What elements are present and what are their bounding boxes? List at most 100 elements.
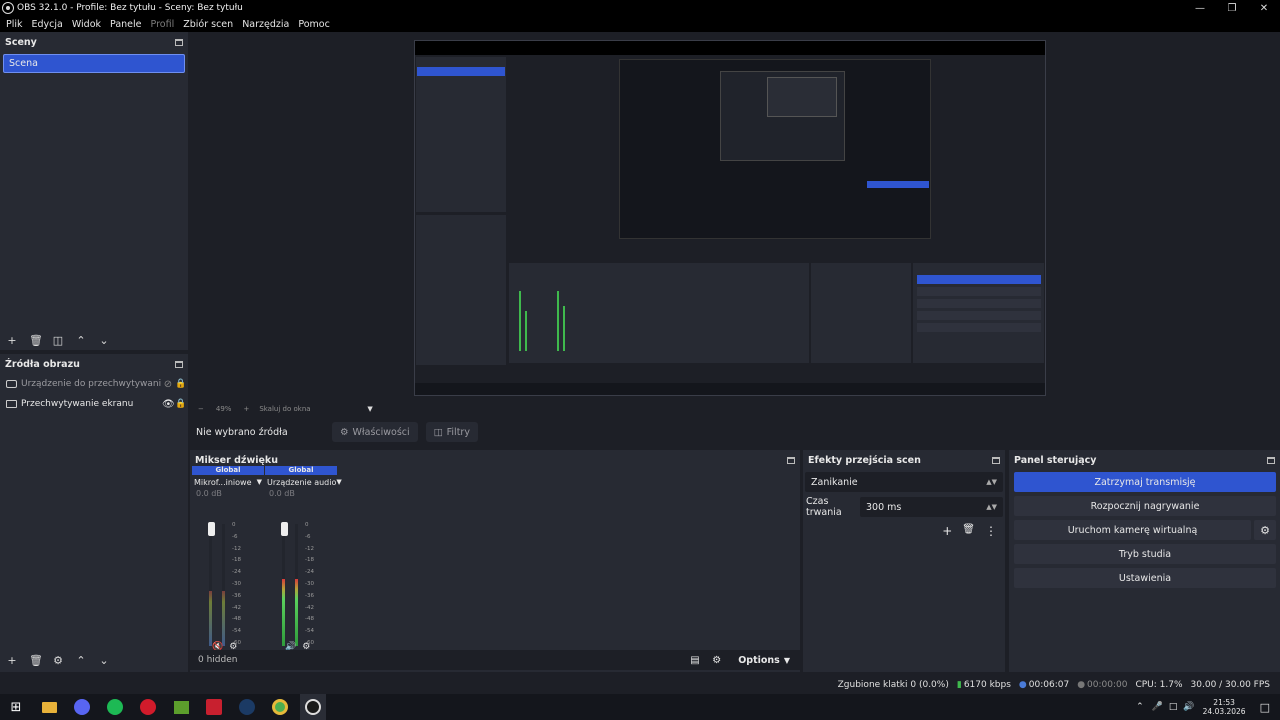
channel-name[interactable]: Urządzenie audio ▼ — [265, 475, 342, 489]
volume-fader[interactable] — [281, 522, 288, 536]
scene-label: Scena — [9, 58, 38, 69]
source-item[interactable]: Urządzenie do przechwytywani... ⊘ 🔒 — [0, 374, 188, 394]
source-name: Urządzenie do przechwytywani... — [21, 379, 162, 389]
channel-name[interactable]: Mikrof...iniowe ▼ — [192, 475, 264, 489]
scene-item[interactable]: Scena — [3, 54, 185, 73]
zoom-out-icon[interactable]: − — [198, 405, 204, 413]
sources-title: Źródła obrazu — [5, 358, 80, 370]
more-icon[interactable]: ⋮ — [985, 524, 997, 538]
screen-capture-preview — [414, 40, 1046, 396]
lock-icon[interactable]: 🔒 — [174, 379, 188, 389]
menu-zbior-scen[interactable]: Zbiór scen — [183, 19, 233, 30]
settings-icon[interactable]: ⚙ — [712, 655, 734, 666]
move-up-icon[interactable]: ⌃ — [75, 334, 87, 347]
close-button[interactable]: ✕ — [1248, 0, 1280, 16]
meter-tick: -24 — [305, 569, 314, 576]
network-icon[interactable]: □ — [1169, 702, 1178, 712]
zoom-in-icon[interactable]: + — [243, 405, 249, 413]
undock-icon[interactable] — [175, 360, 183, 368]
clock-date: 24.03.2026 — [1202, 707, 1246, 716]
trash-icon[interactable]: 🗑 — [962, 524, 975, 538]
source-item[interactable]: Przechwytywanie ekranu 👁 🔒 — [0, 394, 188, 414]
steam-icon[interactable] — [234, 694, 260, 720]
stop-stream-button[interactable]: Zatrzymaj transmisję — [1014, 472, 1276, 492]
obs-taskbar-icon[interactable] — [300, 694, 326, 720]
settings-button[interactable]: Ustawienia — [1014, 568, 1276, 588]
scale-mode[interactable]: Skaluj do okna — [259, 405, 359, 413]
meter-tick: -36 — [305, 592, 314, 599]
fps: 30.00 / 30.00 FPS — [1190, 680, 1270, 690]
notifications-icon[interactable]: □ — [1260, 701, 1270, 714]
bitrate: 6170 kbps — [963, 680, 1011, 690]
nvidia-icon[interactable] — [168, 694, 194, 720]
remove-scene-icon[interactable]: 🗑 — [29, 334, 43, 347]
file-explorer-icon[interactable] — [36, 694, 62, 720]
add-source-icon[interactable]: + — [6, 654, 18, 667]
undock-icon[interactable] — [175, 38, 183, 46]
opera-icon[interactable] — [135, 694, 161, 720]
discord-icon[interactable] — [69, 694, 95, 720]
hidden-eye-icon[interactable]: ⊘ — [162, 379, 174, 390]
chrome-icon[interactable] — [267, 694, 293, 720]
chevron-down-icon[interactable]: ▼ — [784, 656, 790, 665]
move-up-icon[interactable]: ⌃ — [75, 654, 87, 667]
minimize-button[interactable]: — — [1184, 0, 1216, 16]
mixer-options[interactable]: Options — [738, 655, 780, 666]
menu-edycja[interactable]: Edycja — [32, 19, 63, 30]
chevron-down-icon[interactable]: ▼ — [367, 405, 372, 413]
meter-tick: -12 — [305, 545, 314, 552]
spotify-icon[interactable] — [102, 694, 128, 720]
volume-icon[interactable]: 🔊 — [1183, 702, 1194, 712]
meter-tick: -30 — [232, 581, 241, 587]
controls-header: Panel sterujący — [1009, 450, 1280, 470]
menu-pomoc[interactable]: Pomoc — [298, 19, 330, 30]
move-down-icon[interactable]: ⌄ — [98, 334, 110, 347]
chevron-down-icon: ▼ — [256, 478, 262, 486]
add-icon[interactable]: + — [942, 524, 952, 538]
visible-eye-icon[interactable]: 👁 — [162, 399, 175, 410]
transitions-header: Efekty przejścia scen — [803, 450, 1005, 470]
transition-select[interactable]: Zanikanie ▲▼ — [805, 472, 1003, 492]
menu-widok[interactable]: Widok — [72, 19, 101, 30]
channel-db: 0.0 dB — [196, 489, 222, 498]
filter-icon[interactable]: ◫ — [52, 334, 64, 347]
studio-mode-button[interactable]: Tryb studia — [1014, 544, 1276, 564]
maximize-button[interactable]: ❐ — [1216, 0, 1248, 16]
menu-profil[interactable]: Profil — [151, 19, 175, 30]
move-down-icon[interactable]: ⌄ — [98, 654, 110, 667]
tray-chevron-icon[interactable]: ⌃ — [1136, 702, 1144, 712]
windows-start-icon[interactable]: ⊞ — [3, 694, 29, 720]
channel-db: 0.0 dB — [269, 489, 295, 498]
monitor-icon — [6, 400, 17, 408]
lock-icon[interactable]: 🔒 — [174, 399, 188, 409]
virtual-camera-button[interactable]: Uruchom kamerę wirtualną — [1014, 520, 1251, 540]
layout-icon[interactable]: ▤ — [690, 655, 712, 666]
mixer-channel-mic: Global Mikrof...iniowe ▼ 0.0 dB 0 -6 -12 -1… — [192, 466, 264, 652]
title-bar: OBS 32.1.0 - Profile: Bez tytułu - Sceny… — [0, 0, 1280, 16]
undock-icon[interactable] — [992, 456, 1000, 464]
volume-meter-right — [295, 524, 298, 646]
filters-button[interactable]: ◫ Filtry — [425, 422, 478, 442]
duration-spinbox[interactable]: 300 ms ▲▼ — [860, 497, 1003, 517]
riot-icon[interactable] — [201, 694, 227, 720]
remove-source-icon[interactable]: 🗑 — [29, 654, 43, 667]
virtual-cam-settings-icon[interactable]: ⚙ — [1254, 520, 1276, 540]
undock-icon[interactable] — [1267, 456, 1275, 464]
duration-row: Czas trwania 300 ms ▲▼ — [806, 496, 1003, 518]
menu-panele[interactable]: Panele — [110, 19, 141, 30]
dropped-frames: Zgubione klatki 0 (0.0%) — [837, 680, 949, 690]
settings-label: Ustawienia — [1118, 572, 1172, 584]
meter-tick: -54 — [305, 628, 314, 635]
start-recording-button[interactable]: Rozpocznij nagrywanie — [1014, 496, 1276, 516]
properties-button[interactable]: ⚙ Właściwości — [332, 422, 418, 442]
menu-narzedzia[interactable]: Narzędzia — [242, 19, 289, 30]
gear-icon[interactable]: ⚙ — [52, 654, 64, 667]
transitions-dock: Efekty przejścia scen Zanikanie ▲▼ Czas … — [803, 450, 1005, 672]
mixer-channel-desktop: Global Urządzenie audio ▼ 0.0 dB 0 -6 -12 -… — [265, 466, 342, 652]
undock-icon[interactable] — [787, 456, 795, 464]
volume-fader[interactable] — [208, 522, 215, 536]
clock[interactable]: 21:53 24.03.2026 — [1203, 698, 1246, 716]
menu-plik[interactable]: Plik — [6, 19, 23, 30]
add-scene-icon[interactable]: + — [6, 334, 18, 347]
microphone-icon[interactable]: 🎤 — [1152, 702, 1163, 712]
